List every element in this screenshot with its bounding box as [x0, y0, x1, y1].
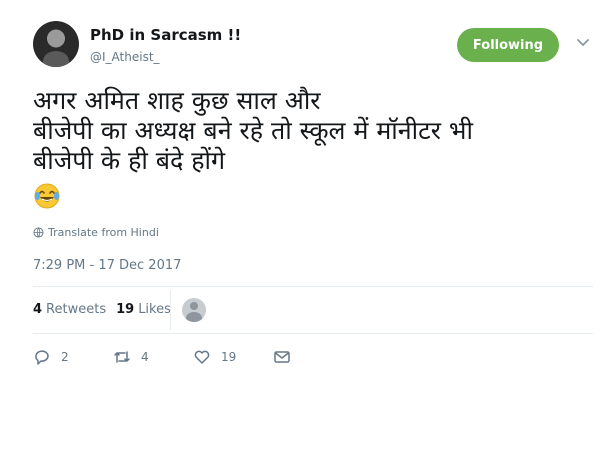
retweet-count: 4 [141, 350, 149, 364]
divider [33, 286, 593, 287]
author-handle[interactable]: @I_Atheist_ [90, 50, 160, 64]
author-avatar[interactable] [33, 21, 79, 67]
likes-stat[interactable]: 19 Likes [116, 302, 171, 317]
likes-label: Likes [138, 302, 171, 317]
retweet-button[interactable]: 4 [113, 348, 149, 366]
translate-label: Translate from Hindi [48, 226, 159, 239]
retweets-stat[interactable]: 4 Retweets [33, 302, 106, 317]
reply-count: 2 [61, 350, 69, 364]
liker-avatar[interactable] [182, 298, 206, 322]
translate-link[interactable]: Translate from Hindi [33, 226, 159, 239]
like-button[interactable]: 19 [193, 348, 236, 366]
chevron-down-icon[interactable] [576, 36, 590, 50]
following-button[interactable]: Following [457, 28, 559, 62]
tweet-card: PhD in Sarcasm !! @I_Atheist_ Following … [0, 0, 600, 450]
globe-icon [33, 227, 44, 238]
divider [33, 333, 593, 334]
author-name[interactable]: PhD in Sarcasm !! [90, 26, 241, 44]
retweets-count: 4 [33, 302, 43, 317]
retweets-label: Retweets [46, 302, 107, 317]
tweet-stats: 4 Retweets 19 Likes [33, 302, 181, 317]
retweet-icon [114, 351, 130, 363]
tweet-timestamp[interactable]: 7:29 PM - 17 Dec 2017 [33, 258, 181, 273]
tweet-text: अगर अमित शाह कुछ साल और बीजेपी का अध्यक्… [33, 86, 473, 175]
likes-count: 19 [116, 302, 135, 317]
face-with-tears-of-joy-icon [34, 183, 60, 209]
direct-message-button[interactable] [273, 348, 291, 366]
envelope-icon [274, 351, 290, 363]
stats-separator [170, 290, 171, 330]
like-count: 19 [221, 350, 237, 364]
heart-icon [194, 350, 210, 364]
reply-button[interactable]: 2 [33, 348, 69, 366]
reply-icon [35, 350, 49, 365]
